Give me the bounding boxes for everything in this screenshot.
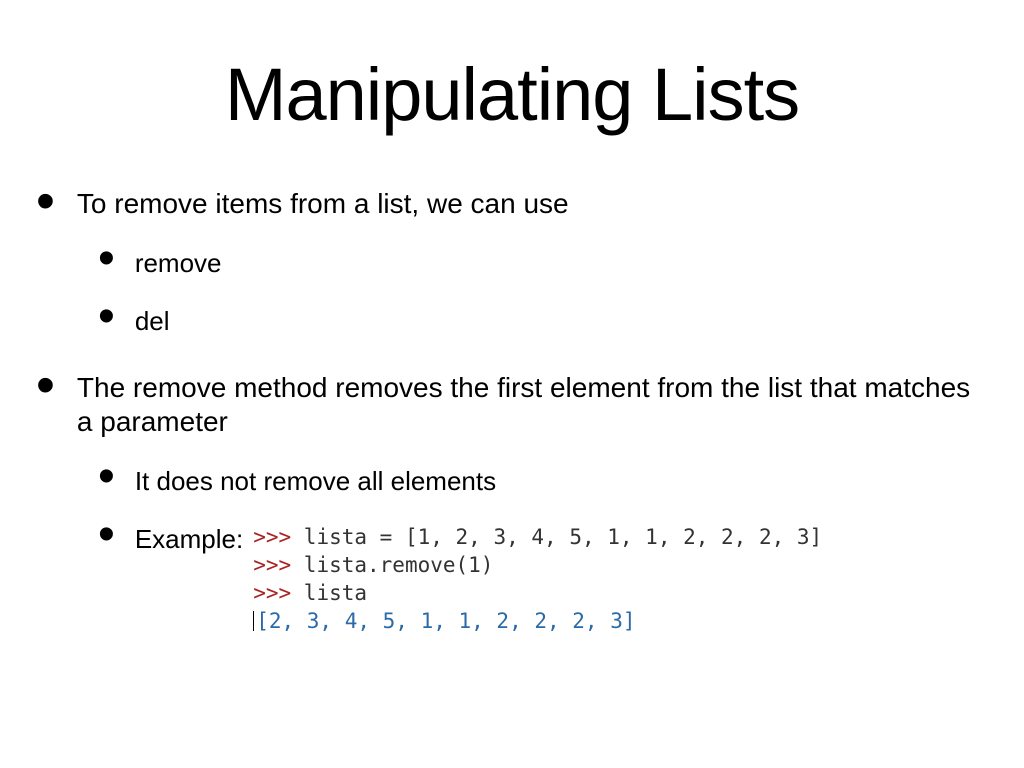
code-eq: = (367, 525, 405, 549)
bullet-text: remove (135, 247, 222, 279)
indent-group: • It does not remove all elements • Exam… (98, 463, 988, 635)
code-line: >>> lista.remove(1) (253, 551, 822, 579)
cursor-icon (253, 611, 254, 631)
bullet-dot-icon: • (98, 525, 115, 545)
slide: Manipulating Lists • To remove items fro… (0, 0, 1024, 768)
bullet-level1: • The remove method removes the first el… (36, 369, 988, 439)
slide-title: Manipulating Lists (0, 0, 1024, 137)
slide-content: • To remove items from a list, we can us… (0, 137, 1024, 635)
code-line: >>> lista (253, 579, 822, 607)
bullet-level2: • del (98, 303, 988, 337)
bullet-dot-icon: • (98, 249, 115, 269)
bullet-text: del (135, 305, 170, 337)
bullet-dot-icon: • (98, 467, 115, 487)
code-prompt: >>> (253, 525, 291, 549)
code-prompt: >>> (253, 581, 291, 605)
bullet-dot-icon: • (36, 189, 55, 213)
code-result-line: [2, 3, 4, 5, 1, 1, 2, 2, 2, 3] (253, 607, 822, 635)
code-var: lista (304, 525, 367, 549)
bullet-level2: • It does not remove all elements (98, 463, 988, 497)
bullet-level2-example: • Example: >>> lista = [1, 2, 3, 4, 5, 1… (98, 521, 988, 635)
bullet-text: To remove items from a list, we can use (77, 187, 569, 221)
code-list: [1, 2, 3, 4, 5, 1, 1, 2, 2, 2, 3] (405, 525, 822, 549)
code-result: [2, 3, 4, 5, 1, 1, 2, 2, 2, 3] (256, 609, 635, 633)
code-var: lista (304, 581, 367, 605)
example-label: Example: (135, 523, 243, 555)
code-block: >>> lista = [1, 2, 3, 4, 5, 1, 1, 2, 2, … (253, 523, 822, 635)
indent-group: • remove • del (98, 245, 988, 337)
code-prompt: >>> (253, 553, 291, 577)
bullet-dot-icon: • (98, 307, 115, 327)
bullet-text: The remove method removes the first elem… (77, 371, 988, 439)
code-line: >>> lista = [1, 2, 3, 4, 5, 1, 1, 2, 2, … (253, 523, 822, 551)
example-container: Example: >>> lista = [1, 2, 3, 4, 5, 1, … (135, 523, 822, 635)
bullet-dot-icon: • (36, 373, 55, 397)
bullet-level2: • remove (98, 245, 988, 279)
bullet-level1: • To remove items from a list, we can us… (36, 185, 988, 221)
bullet-text: It does not remove all elements (135, 465, 496, 497)
code-call: lista.remove(1) (304, 553, 494, 577)
